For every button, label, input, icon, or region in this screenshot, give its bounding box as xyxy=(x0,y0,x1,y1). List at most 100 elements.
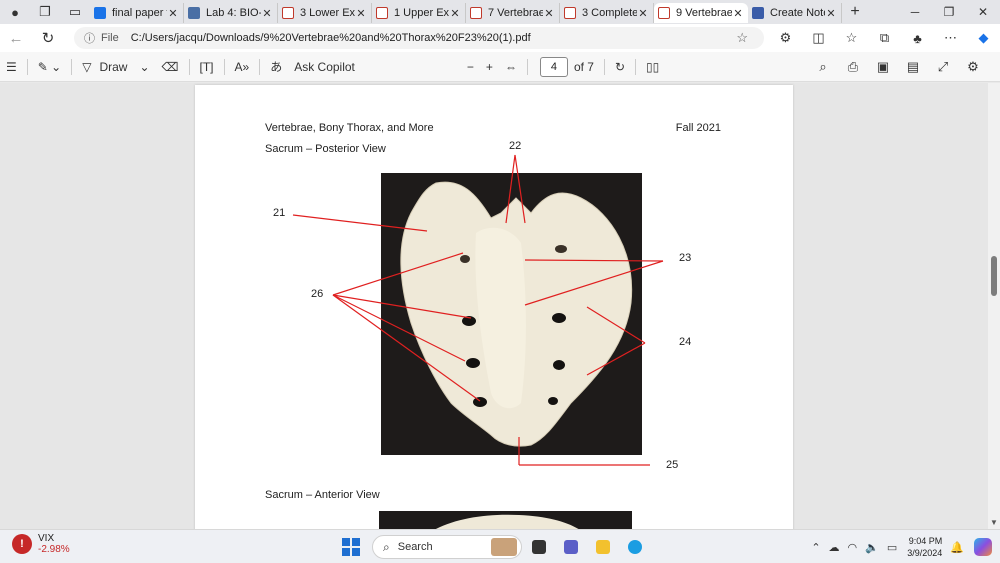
annotation-lines xyxy=(292,154,664,466)
favorites-icon[interactable]: ☆ xyxy=(835,30,868,46)
tab-close-icon[interactable]: ✕ xyxy=(637,7,649,20)
window-controls: ─ ❐ ✕ xyxy=(898,0,1000,24)
wifi-icon[interactable]: ◠ xyxy=(848,541,858,554)
eraser-icon[interactable]: ⌫ xyxy=(156,60,185,74)
start-icon[interactable] xyxy=(342,538,360,556)
info-icon[interactable]: ⓘ xyxy=(84,30,95,46)
text-box-icon[interactable]: [T] xyxy=(194,60,220,74)
notification-icon[interactable]: 🔔 xyxy=(950,541,964,554)
taskbar: ! VIX -2.98% ⌕ Search ⌃ ☁ ◠ 🔈 ▭ 9:04 PM … xyxy=(0,529,1000,563)
tab-title: 9 Vertebrae xyxy=(676,7,732,19)
more-menu-icon[interactable]: ⋯ xyxy=(934,30,967,46)
file-explorer-icon[interactable] xyxy=(588,534,618,560)
browser-tab[interactable]: 3 Lower Ext ✕ xyxy=(278,3,372,23)
save-as-icon[interactable]: ▤ xyxy=(898,59,928,75)
fit-page-icon[interactable]: ⇔ xyxy=(499,60,523,74)
extension-icon[interactable]: ♣ xyxy=(901,31,934,46)
edge-icon[interactable] xyxy=(620,534,650,560)
tab-title: Lab 4: BIO-1 xyxy=(206,7,261,19)
browser-tab[interactable]: final paper f ✕ xyxy=(90,3,184,23)
zoom-in-button[interactable]: + xyxy=(480,60,499,74)
profile-icon[interactable]: ● xyxy=(0,0,30,24)
stock-alert-icon: ! xyxy=(12,534,32,554)
address-field[interactable]: ⓘ File C:/Users/jacqu/Downloads/9%20Vert… xyxy=(74,27,764,49)
stock-widget[interactable]: ! VIX -2.98% xyxy=(12,533,70,555)
pdf-favicon-icon xyxy=(658,7,670,19)
save-icon[interactable]: ▣ xyxy=(868,59,898,75)
tab-close-icon[interactable]: ✕ xyxy=(355,7,367,20)
taskbar-search[interactable]: ⌕ Search xyxy=(372,535,522,559)
new-tab-button[interactable]: + xyxy=(842,3,868,21)
page-number-input[interactable]: 4 xyxy=(539,56,568,77)
ask-copilot-button[interactable]: Ask Copilot xyxy=(288,60,361,74)
read-aloud-icon[interactable]: A» xyxy=(229,60,256,74)
address-url: C:/Users/jacqu/Downloads/9%20Vertebrae%2… xyxy=(130,32,531,44)
vertical-scrollbar[interactable]: ▼ xyxy=(988,83,1000,529)
rotate-icon[interactable]: ↻ xyxy=(609,60,631,74)
draw-button[interactable]: ▽ Draw ⌄ xyxy=(76,60,155,74)
favorite-star-icon[interactable]: ☆ xyxy=(736,30,748,46)
tab-close-icon[interactable]: ✕ xyxy=(825,7,837,20)
extensions-icon[interactable]: ⚙ xyxy=(769,30,802,46)
workspaces-icon[interactable]: ❐ xyxy=(30,0,60,24)
widget-change: -2.98% xyxy=(38,544,70,555)
pdf-page: Vertebrae, Bony Thorax, and More Fall 20… xyxy=(195,85,793,529)
label-26: 26 xyxy=(311,288,324,300)
scrollbar-thumb[interactable] xyxy=(991,256,997,296)
close-window-button[interactable]: ✕ xyxy=(966,0,1000,24)
minimize-button[interactable]: ─ xyxy=(898,0,932,24)
tab-bar: ● ❐ ▭ final paper f✕Lab 4: BIO-1✕3 Lower… xyxy=(0,0,1000,24)
highlight-icon[interactable]: ✎ ⌄ xyxy=(32,60,67,74)
clock[interactable]: 9:04 PM 3/9/2024 xyxy=(907,535,942,559)
refresh-button[interactable]: ↻ xyxy=(32,29,64,47)
pdf-favicon-icon xyxy=(376,7,388,19)
search-magnifier-icon: ⌕ xyxy=(383,539,390,554)
pdf-favicon-icon xyxy=(564,7,576,19)
split-screen-icon[interactable]: ◫ xyxy=(802,30,835,46)
note-favicon-icon xyxy=(752,7,764,19)
browser-tab[interactable]: 1 Upper Ext ✕ xyxy=(372,3,466,23)
tray-overflow-icon[interactable]: ⌃ xyxy=(811,541,820,554)
tab-close-icon[interactable]: ✕ xyxy=(449,7,461,20)
pdf-favicon-icon xyxy=(282,7,294,19)
print-icon[interactable]: ⎙ xyxy=(838,59,868,75)
page-view-icon[interactable]: ▯▯ xyxy=(640,60,665,74)
tab-close-icon[interactable]: ✕ xyxy=(167,7,179,20)
back-button[interactable]: ← xyxy=(0,30,32,47)
label-23: 23 xyxy=(679,252,692,264)
browser-tab[interactable]: 9 Vertebrae ✕ xyxy=(654,3,748,23)
volume-icon[interactable]: 🔈 xyxy=(865,541,879,554)
pdf-viewer[interactable]: Vertebrae, Bony Thorax, and More Fall 20… xyxy=(0,83,988,529)
maximize-button[interactable]: ❐ xyxy=(932,0,966,24)
battery-icon[interactable]: ▭ xyxy=(887,541,897,554)
tab-close-icon[interactable]: ✕ xyxy=(261,7,273,20)
fullscreen-icon[interactable]: ⤢ xyxy=(928,59,958,75)
tab-close-icon[interactable]: ✕ xyxy=(732,7,744,20)
label-25: 25 xyxy=(666,459,679,471)
pdf-toolbar: ☰ ✎ ⌄ ▽ Draw ⌄ ⌫ [T] A» あ Ask Copilot − + … xyxy=(0,52,1000,82)
browser-tab[interactable]: 7 Vertebrae ✕ xyxy=(466,3,560,23)
copilot-taskbar-icon[interactable] xyxy=(974,538,992,556)
tab-title: final paper f xyxy=(112,7,167,19)
browser-tab[interactable]: Lab 4: BIO-1✕ xyxy=(184,3,278,23)
collections-icon[interactable]: ⧉ xyxy=(868,30,901,46)
contents-icon[interactable]: ☰ xyxy=(0,60,23,74)
settings-icon[interactable]: ⚙ xyxy=(958,59,988,75)
zoom-out-button[interactable]: − xyxy=(461,60,480,74)
scroll-down-arrow[interactable]: ▼ xyxy=(990,518,998,527)
browser-tab[interactable]: 3 Complete ✕ xyxy=(560,3,654,23)
lab-favicon-icon xyxy=(188,7,200,19)
browser-tab[interactable]: Create Note ✕ xyxy=(748,3,842,23)
teams-icon[interactable] xyxy=(556,534,586,560)
task-view-icon[interactable] xyxy=(524,534,554,560)
copilot-icon[interactable]: ◆ xyxy=(967,30,1000,46)
section-title-anterior: Sacrum – Anterior View xyxy=(265,489,380,501)
search-icon[interactable]: ⌕ xyxy=(808,59,838,75)
cloud-icon[interactable]: ☁ xyxy=(829,541,840,554)
tab-actions-icon[interactable]: ▭ xyxy=(60,0,90,24)
tab-close-icon[interactable]: ✕ xyxy=(543,7,555,20)
tab-title: Create Note xyxy=(770,7,825,19)
translate-icon[interactable]: あ xyxy=(264,58,288,75)
widget-title: VIX xyxy=(38,533,55,544)
label-24: 24 xyxy=(679,336,692,348)
